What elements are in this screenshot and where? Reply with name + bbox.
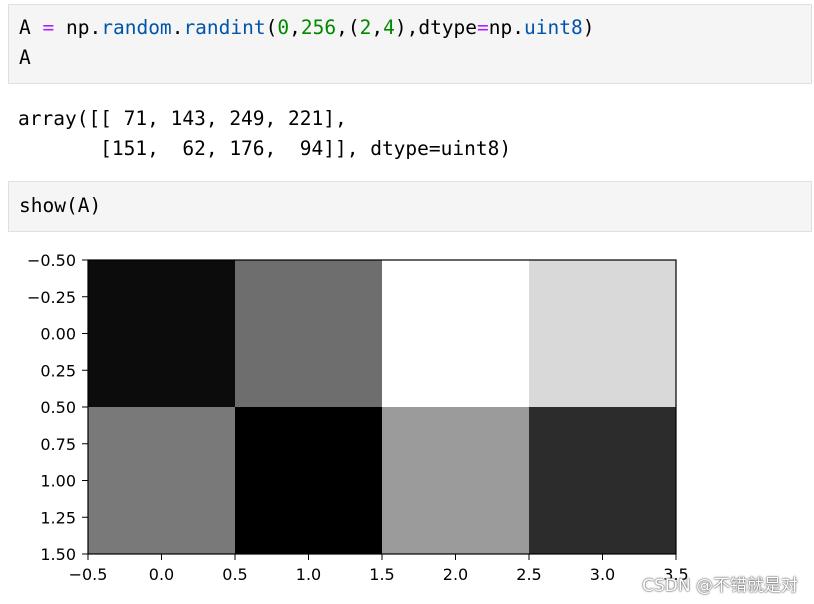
heatmap-cell — [529, 407, 676, 554]
code-token: 0 — [277, 16, 290, 39]
heatmap-cell — [235, 260, 382, 407]
code-token: A — [19, 16, 31, 39]
watermark-text: CSDN @不错就是对 — [642, 576, 798, 596]
y-tick-label: 1.25 — [40, 508, 76, 527]
code-token: , — [289, 16, 301, 39]
heatmap-cell — [382, 407, 529, 554]
heatmap-cell — [88, 407, 235, 554]
y-tick-label: 0.50 — [40, 398, 76, 417]
code-token: uint8 — [524, 16, 583, 39]
y-tick-label: 0.75 — [40, 435, 76, 454]
code-token: random — [101, 16, 172, 39]
heatmap-plot: −0.5 0.0 0.5 1.0 1.5 2.0 2.5 3.0 3.5 −0.50−0.250… — [27, 251, 689, 584]
code-cell-input-1[interactable]: A = np.random.randint(0,256,(2,4),dtype=… — [8, 4, 812, 84]
code-token: ,( — [336, 16, 360, 39]
code-token: , — [371, 16, 384, 39]
y-axis: −0.50 −0.25 0.00 0.25 0.50 0.75 1.00 1.25 1.50 — [27, 251, 88, 564]
x-tick-label: 1.0 — [296, 565, 321, 584]
code-token: np — [66, 16, 90, 39]
x-axis: −0.5 0.0 0.5 1.0 1.5 2.0 2.5 3.0 3.5 — [69, 554, 689, 584]
heatmap-cell — [529, 260, 676, 407]
y-tick-label: 0.25 — [40, 361, 76, 380]
code-token: np — [488, 16, 513, 39]
heatmap-cell — [88, 260, 235, 407]
x-tick-label: 2.5 — [516, 565, 541, 584]
code-cell-input-2[interactable]: show(A) — [8, 181, 812, 232]
heatmap-cell — [382, 260, 529, 407]
y-tick-label: 1.50 — [40, 545, 76, 564]
y-tick-label: −0.50 — [27, 251, 76, 270]
code-token: 2 — [359, 16, 372, 39]
heatmap-cells — [88, 260, 676, 554]
code-token: . — [171, 16, 184, 39]
code-token: = — [477, 16, 489, 39]
code-token: = — [42, 16, 55, 39]
code-token: dtype — [418, 16, 478, 39]
output-line: array([[ 71, 143, 249, 221], — [18, 107, 347, 130]
x-tick-label: 1.5 — [369, 565, 394, 584]
code-token: 4 — [383, 16, 395, 39]
y-tick-label: −0.25 — [27, 288, 76, 307]
code-line: show(A) — [19, 194, 102, 217]
code-token: ), — [394, 16, 419, 39]
output-line: [151, 62, 176, 94]], dtype=uint8) — [18, 137, 512, 160]
x-tick-label: 2.0 — [443, 565, 468, 584]
x-tick-label: 0.0 — [149, 565, 174, 584]
code-token: ) — [582, 16, 595, 39]
code-token: 256 — [300, 16, 337, 39]
code-token: . — [512, 16, 525, 39]
heatmap-cell — [235, 407, 382, 554]
x-tick-label: 0.5 — [222, 565, 247, 584]
x-tick-label: 3.0 — [590, 565, 615, 584]
code-token: ( — [265, 16, 278, 39]
y-tick-label: 0.00 — [40, 325, 76, 344]
code-line: A — [19, 46, 31, 69]
code-line: A = np.random.randint(0,256,(2,4),dtype=… — [19, 13, 594, 43]
code-token: . — [89, 16, 102, 39]
code-token: randint — [183, 16, 266, 39]
y-tick-label: 1.00 — [40, 472, 76, 491]
x-tick-label: −0.5 — [69, 565, 108, 584]
